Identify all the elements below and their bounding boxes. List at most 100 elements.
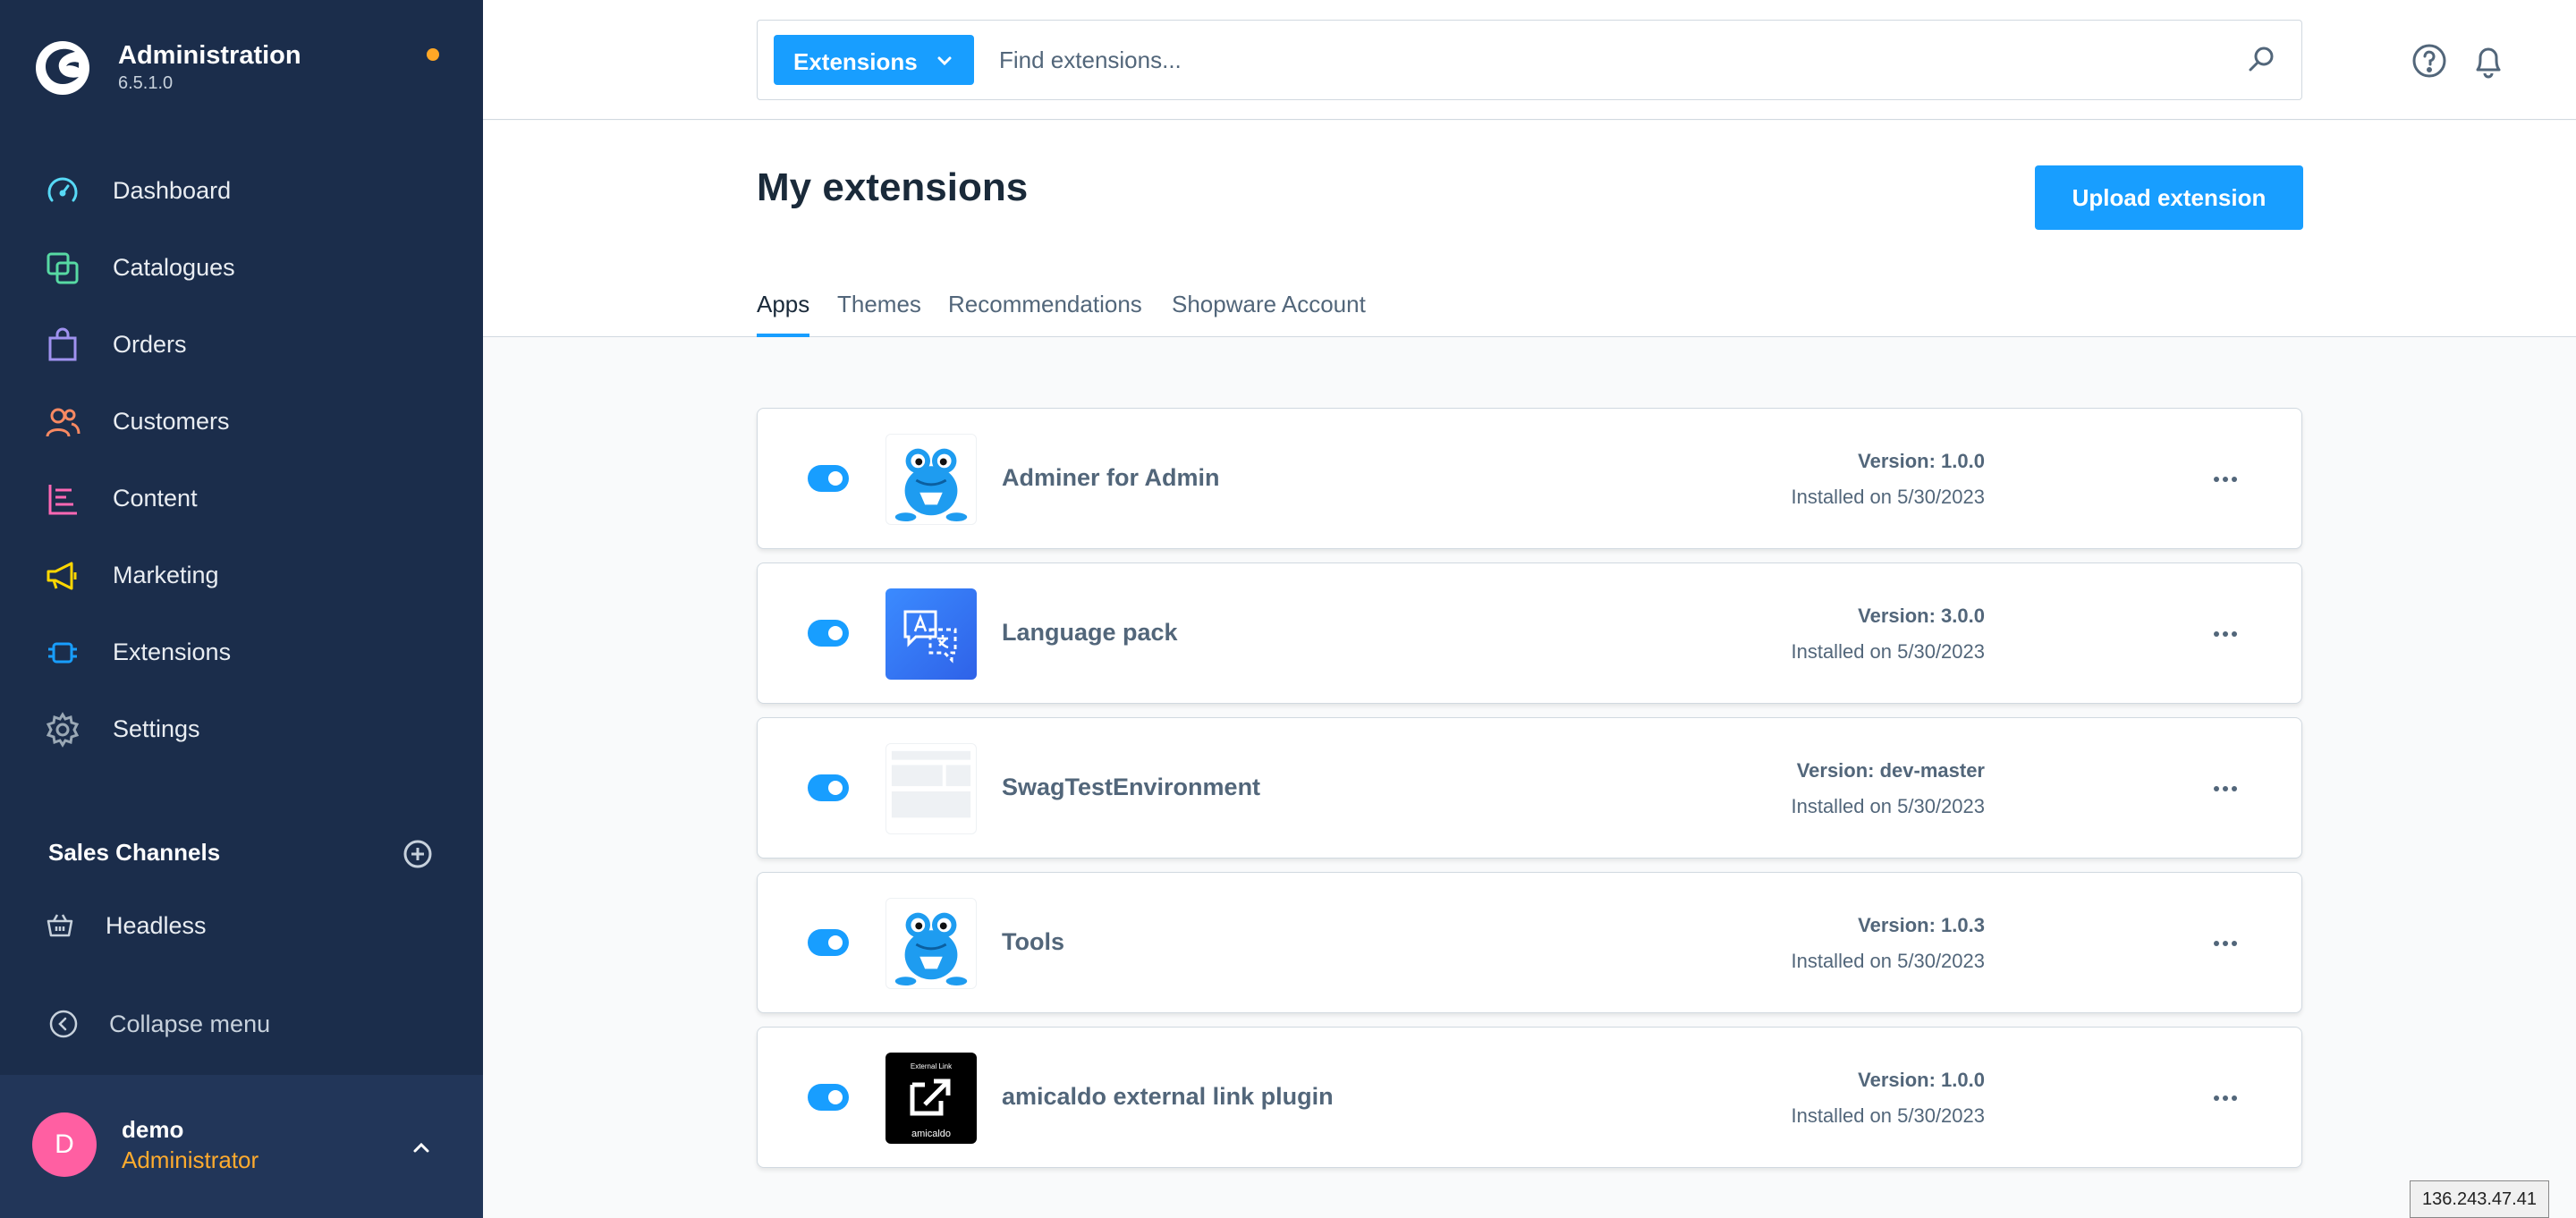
nav-item-label: Customers — [113, 408, 230, 435]
tab-themes[interactable]: Themes — [837, 291, 921, 337]
search-type-dropdown[interactable]: Extensions — [774, 35, 974, 85]
more-options-icon[interactable] — [2210, 621, 2241, 647]
extension-installed-date: Installed on 5/30/2023 — [1791, 1104, 1985, 1127]
user-name: demo — [122, 1116, 184, 1143]
user-panel: D demo Administrator — [0, 1075, 483, 1218]
extension-name: Tools — [1002, 928, 1064, 955]
extension-card: External Link amicaldo amicaldo external… — [757, 1027, 2302, 1168]
extension-version: Version: 1.0.3 — [1858, 914, 1985, 936]
chevron-down-icon — [937, 56, 952, 66]
user-role: Administrator — [122, 1146, 259, 1173]
sales-channel-label: Headless — [106, 912, 207, 939]
sales-channel-headless[interactable]: Headless — [0, 903, 483, 948]
sidebar-header: Administration 6.5.1.0 — [0, 0, 483, 125]
dashboard-icon — [47, 177, 78, 202]
tab-recommendations[interactable]: Recommendations — [948, 291, 1142, 337]
toggle-knob — [828, 1090, 843, 1104]
nav-item-label: Extensions — [113, 639, 232, 665]
nav-item-dashboard[interactable]: Dashboard — [0, 152, 483, 229]
add-sales-channel-icon[interactable] — [402, 839, 433, 869]
top-bar: Extensions — [483, 0, 2576, 120]
extension-name: amicaldo external link plugin — [1002, 1083, 1334, 1110]
tab-shopware-account[interactable]: Shopware Account — [1172, 291, 1366, 337]
nav-item-label: Catalogues — [113, 254, 235, 281]
avatar[interactable]: D — [32, 1112, 97, 1177]
toggle-knob — [828, 471, 843, 486]
page-header: My extensions Upload extension Apps Them… — [483, 121, 2576, 337]
global-search-bar: Extensions — [757, 20, 2302, 100]
extension-meta: Version: 3.0.0 Installed on 5/30/2023 — [1791, 603, 1985, 665]
nav-item-label: Settings — [113, 715, 200, 742]
nav-item-label: Content — [113, 485, 198, 512]
extension-active-toggle[interactable] — [808, 929, 849, 956]
nav-item-customers[interactable]: Customers — [0, 383, 483, 460]
nav-item-extensions[interactable]: Extensions — [0, 613, 483, 690]
tab-apps[interactable]: Apps — [757, 291, 810, 337]
icon-brand: amicaldo — [911, 1129, 951, 1139]
nav-item-orders[interactable]: Orders — [0, 306, 483, 383]
extension-active-toggle[interactable] — [808, 774, 849, 801]
extension-name: SwagTestEnvironment — [1002, 774, 1261, 800]
app-version: 6.5.1.0 — [118, 73, 174, 93]
app-title: Administration — [118, 41, 301, 70]
extension-version: Version: dev-master — [1796, 759, 1985, 782]
search-type-label: Extensions — [793, 48, 918, 75]
extension-meta: Version: 1.0.0 Installed on 5/30/2023 — [1791, 1067, 1985, 1129]
collapse-menu-button[interactable]: Collapse menu — [0, 1002, 483, 1046]
extension-card: Adminer for Admin Version: 1.0.0 Install… — [757, 408, 2302, 549]
frog-icon — [886, 898, 977, 989]
nav-item-content[interactable]: Content — [0, 460, 483, 537]
extension-active-toggle[interactable] — [808, 1084, 849, 1111]
language-pack-icon — [886, 588, 977, 680]
extension-active-toggle[interactable] — [808, 465, 849, 492]
settings-icon — [46, 712, 80, 748]
more-options-icon[interactable] — [2210, 1085, 2241, 1112]
content-icon — [48, 485, 77, 515]
help-icon[interactable] — [2411, 43, 2447, 79]
ip-address-label: 136.243.47.41 — [2410, 1180, 2549, 1218]
extension-name: Language pack — [1002, 619, 1178, 646]
status-indicator-dot — [427, 48, 439, 61]
marketing-icon — [47, 562, 77, 590]
search-icon[interactable] — [2246, 44, 2276, 74]
more-options-icon[interactable] — [2210, 466, 2241, 493]
extension-version: Version: 1.0.0 — [1858, 1069, 1985, 1091]
search-input[interactable] — [999, 42, 2216, 78]
nav-item-marketing[interactable]: Marketing — [0, 537, 483, 613]
more-options-icon[interactable] — [2210, 775, 2241, 802]
nav-item-label: Dashboard — [113, 177, 232, 204]
extension-meta: Version: 1.0.3 Installed on 5/30/2023 — [1791, 912, 1985, 975]
icon-caption: External Link — [911, 1062, 953, 1070]
extension-installed-date: Installed on 5/30/2023 — [1791, 795, 1985, 817]
customers-icon — [46, 408, 80, 437]
chevron-left-circle-icon — [49, 1010, 78, 1038]
placeholder-icon — [886, 743, 977, 834]
catalogues-icon — [47, 252, 79, 284]
nav-item-catalogues[interactable]: Catalogues — [0, 229, 483, 306]
nav-item-settings[interactable]: Settings — [0, 690, 483, 767]
extension-installed-date: Installed on 5/30/2023 — [1791, 640, 1985, 663]
nav-item-label: Orders — [113, 331, 187, 358]
chevron-up-icon[interactable] — [408, 1134, 435, 1161]
extension-card: SwagTestEnvironment Version: dev-master … — [757, 717, 2302, 859]
toggle-knob — [828, 626, 843, 640]
basket-icon — [47, 914, 73, 937]
extension-card: Language pack Version: 3.0.0 Installed o… — [757, 562, 2302, 704]
sidebar: Administration 6.5.1.0 Dashboard Catalog… — [0, 0, 483, 1218]
more-options-icon[interactable] — [2210, 930, 2241, 957]
toggle-knob — [828, 781, 843, 795]
shopware-logo-icon[interactable] — [34, 39, 91, 97]
notification-bell-icon[interactable] — [2470, 41, 2506, 79]
extension-meta: Version: dev-master Installed on 5/30/20… — [1791, 757, 1985, 820]
extension-active-toggle[interactable] — [808, 620, 849, 647]
upload-extension-button[interactable]: Upload extension — [2035, 165, 2303, 230]
extension-version: Version: 1.0.0 — [1858, 450, 1985, 472]
extension-meta: Version: 1.0.0 Installed on 5/30/2023 — [1791, 448, 1985, 511]
page-title: My extensions — [757, 165, 1029, 209]
sales-channels-title: Sales Channels — [48, 839, 221, 866]
extension-installed-date: Installed on 5/30/2023 — [1791, 486, 1985, 508]
frog-icon — [886, 434, 977, 525]
external-link-icon: External Link amicaldo — [886, 1053, 977, 1144]
extension-name: Adminer for Admin — [1002, 464, 1220, 491]
toggle-knob — [828, 935, 843, 950]
